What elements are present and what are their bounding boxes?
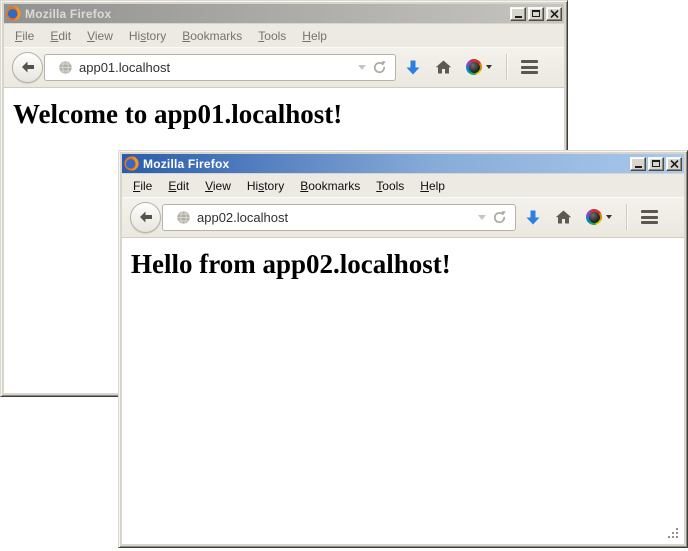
hamburger-menu-icon[interactable] xyxy=(521,60,538,74)
minimize-icon xyxy=(635,166,642,168)
toolbar-separator xyxy=(506,54,507,80)
back-arrow-icon xyxy=(138,209,154,225)
menu-bar: File Edit View History Bookmarks Tools H… xyxy=(4,23,564,47)
toolbar-icons xyxy=(405,54,538,80)
menu-file[interactable]: File xyxy=(125,176,160,196)
hamburger-menu-icon[interactable] xyxy=(641,210,658,224)
page-heading: Hello from app02.localhost! xyxy=(131,249,684,280)
toolbar-separator xyxy=(626,204,627,230)
window-title: Mozilla Firefox xyxy=(25,7,506,21)
menu-help[interactable]: Help xyxy=(412,176,453,196)
extension-colorwheel-icon xyxy=(466,59,482,75)
back-button[interactable] xyxy=(130,202,161,233)
url-bar[interactable]: app02.localhost xyxy=(162,204,516,231)
firefox-logo-icon xyxy=(124,156,139,171)
download-icon[interactable] xyxy=(405,59,421,76)
extension-colorwheel-button[interactable] xyxy=(586,209,612,225)
titlebar[interactable]: Mozilla Firefox xyxy=(4,4,564,23)
minimize-button[interactable] xyxy=(510,7,526,21)
menu-bookmarks[interactable]: Bookmarks xyxy=(292,176,368,196)
navigation-toolbar: app01.localhost xyxy=(4,47,564,88)
menu-bookmarks[interactable]: Bookmarks xyxy=(174,26,250,46)
firefox-window-app02[interactable]: Mozilla Firefox File Edit View History B… xyxy=(118,150,688,548)
page-heading: Welcome to app01.localhost! xyxy=(13,99,564,130)
titlebar[interactable]: Mozilla Firefox xyxy=(122,154,684,173)
maximize-button[interactable] xyxy=(648,157,664,171)
close-icon xyxy=(670,160,679,168)
menu-view[interactable]: View xyxy=(197,176,239,196)
reload-icon[interactable] xyxy=(372,60,387,75)
menu-tools[interactable]: Tools xyxy=(250,26,294,46)
menu-edit[interactable]: Edit xyxy=(160,176,197,196)
site-identity-globe-icon[interactable] xyxy=(176,210,191,225)
chevron-down-icon xyxy=(606,215,612,219)
window-title: Mozilla Firefox xyxy=(143,157,626,171)
home-icon[interactable] xyxy=(555,209,572,225)
url-text[interactable]: app02.localhost xyxy=(197,210,472,225)
firefox-logo-icon xyxy=(6,6,21,21)
url-bar[interactable]: app01.localhost xyxy=(44,54,396,81)
close-button[interactable] xyxy=(546,7,562,21)
url-text[interactable]: app01.localhost xyxy=(79,60,352,75)
minimize-icon xyxy=(515,16,522,18)
site-identity-globe-icon[interactable] xyxy=(58,60,73,75)
menu-view[interactable]: View xyxy=(79,26,121,46)
menu-file[interactable]: File xyxy=(7,26,42,46)
urlbar-dropdown-icon[interactable] xyxy=(478,215,486,220)
menu-history[interactable]: History xyxy=(121,26,174,46)
reload-icon[interactable] xyxy=(492,210,507,225)
menu-tools[interactable]: Tools xyxy=(368,176,412,196)
navigation-toolbar: app02.localhost xyxy=(122,197,684,238)
maximize-icon xyxy=(532,10,540,17)
resize-grip-icon[interactable] xyxy=(667,527,680,540)
menu-bar: File Edit View History Bookmarks Tools H… xyxy=(122,173,684,197)
urlbar-dropdown-icon[interactable] xyxy=(358,65,366,70)
maximize-button[interactable] xyxy=(528,7,544,21)
extension-colorwheel-icon xyxy=(586,209,602,225)
maximize-icon xyxy=(652,160,660,167)
close-icon xyxy=(550,10,559,18)
menu-edit[interactable]: Edit xyxy=(42,26,79,46)
extension-colorwheel-button[interactable] xyxy=(466,59,492,75)
page-content: Hello from app02.localhost! xyxy=(122,238,684,544)
download-icon[interactable] xyxy=(525,209,541,226)
window-controls xyxy=(630,157,682,171)
back-button[interactable] xyxy=(12,52,43,83)
menu-help[interactable]: Help xyxy=(294,26,335,46)
back-arrow-icon xyxy=(20,59,36,75)
toolbar-icons xyxy=(525,204,658,230)
chevron-down-icon xyxy=(486,65,492,69)
window-controls xyxy=(510,7,562,21)
close-button[interactable] xyxy=(666,157,682,171)
home-icon[interactable] xyxy=(435,59,452,75)
minimize-button[interactable] xyxy=(630,157,646,171)
menu-history[interactable]: History xyxy=(239,176,292,196)
